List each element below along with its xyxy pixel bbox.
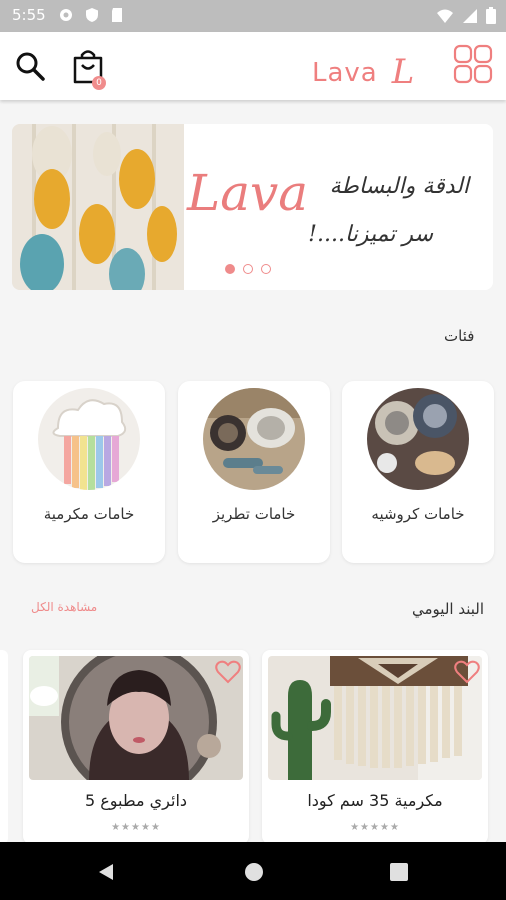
wifi-icon (437, 9, 453, 23)
category-card-crochet[interactable]: خامات كروشيه (342, 381, 494, 563)
macrame-photo (38, 388, 140, 490)
banner-brand: Lava (187, 164, 309, 222)
daily-title: البند اليومي (412, 600, 484, 618)
category-label: خامات كروشيه (371, 505, 465, 523)
logo-text: Lava (312, 58, 378, 88)
product-card[interactable]: مكرمية 35 سم كودا ★★★★★ (262, 650, 488, 844)
product-rating-stars: ★★★★★ (111, 822, 161, 833)
category-card-embroidery[interactable]: خامات تطريز (178, 381, 330, 563)
banner-pagination (225, 264, 271, 274)
category-label: خامات تطريز (212, 505, 296, 523)
product-name: مكرمية 35 سم كودا (307, 791, 443, 810)
back-icon[interactable] (96, 862, 116, 882)
categories-title: فئات (444, 327, 475, 345)
product-card-peek[interactable] (0, 650, 8, 844)
status-bar: 5:55 (0, 0, 506, 32)
system-nav-bar (0, 842, 506, 900)
gear-icon (60, 9, 72, 21)
banner-tagline-2: سر تميزنا....! (308, 222, 433, 247)
signal-icon (463, 8, 477, 23)
macrame-feathers-photo (12, 124, 184, 290)
home-icon[interactable] (244, 862, 264, 882)
pagination-dot[interactable] (243, 264, 253, 274)
battery-icon (486, 7, 496, 24)
shield-icon (86, 8, 98, 22)
app-logo: Lava L (312, 50, 416, 92)
product-image (29, 656, 243, 780)
product-card[interactable]: دائري مطبوع 5 ★★★★★ (23, 650, 249, 844)
pagination-dot-active[interactable] (225, 264, 235, 274)
status-time: 5:55 (12, 6, 46, 24)
search-icon[interactable] (14, 50, 46, 82)
logo-mark: L (391, 52, 416, 92)
banner-tagline-1: الدقة والبساطة (329, 174, 469, 199)
view-all-link[interactable]: مشاهدة الكل (31, 600, 97, 614)
product-name: دائري مطبوع 5 (84, 791, 188, 810)
pagination-dot[interactable] (261, 264, 271, 274)
favorite-heart-icon[interactable] (215, 660, 241, 684)
categories-grid-icon[interactable] (453, 44, 493, 84)
product-rating-stars: ★★★★★ (350, 822, 400, 833)
cart-count-badge: 0 (92, 76, 106, 90)
crochet-photo (367, 388, 469, 490)
category-card-macrame[interactable]: خامات مكرمية (13, 381, 165, 563)
favorite-heart-icon[interactable] (454, 660, 480, 684)
product-image (268, 656, 482, 780)
embroidery-photo (203, 388, 305, 490)
category-label: خامات مكرمية (43, 505, 135, 523)
recents-icon[interactable] (390, 863, 408, 881)
app-bar: 0 Lava L (0, 32, 506, 100)
sd-card-icon (112, 8, 122, 22)
